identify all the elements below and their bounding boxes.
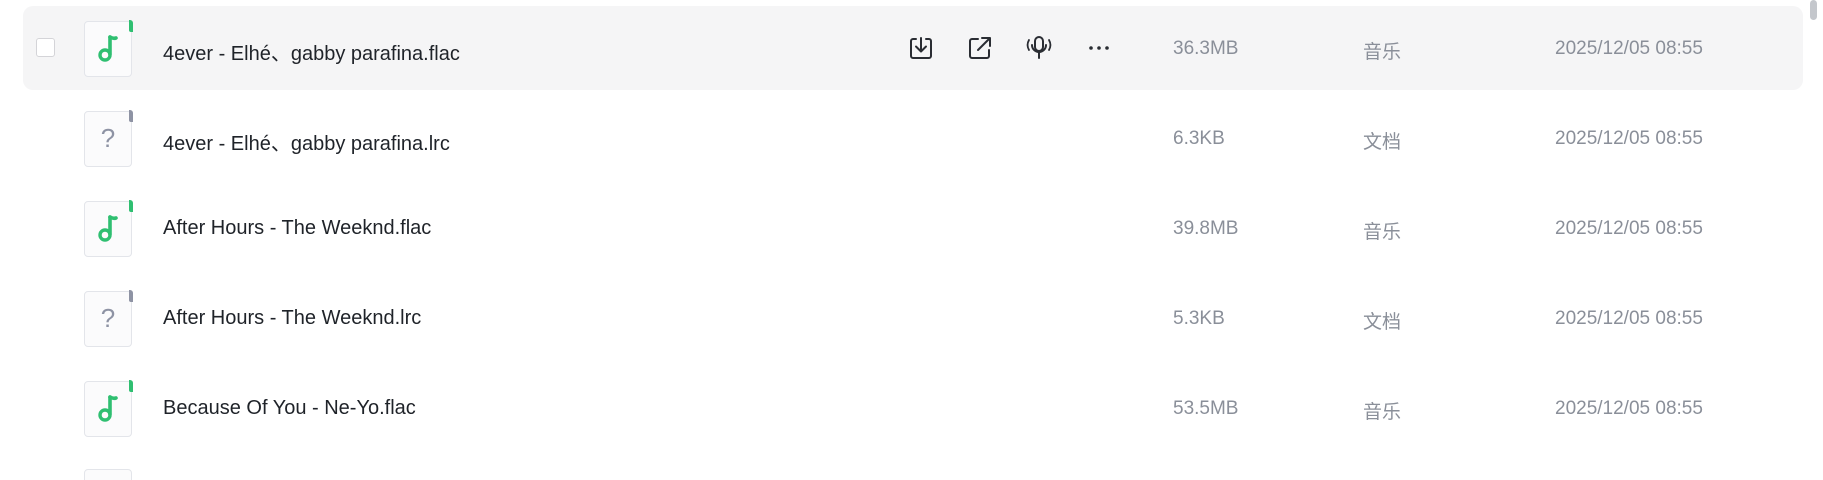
share-button[interactable] [962,29,998,65]
file-name[interactable]: After Hours - The Weeknd.lrc [163,307,421,330]
file-row[interactable]: Because Of You - Ne-Yo.flac 53.5MB 音乐 20… [23,366,1803,450]
music-note-icon [84,20,133,77]
file-size: 53.5MB [1173,398,1239,419]
file-type: 音乐 [1363,222,1402,243]
file-name[interactable]: 4ever - Elhé、gabby parafina.lrc [163,127,450,156]
listen-button[interactable] [1021,29,1057,65]
file-modified-date: 2025/12/05 08:55 [1555,218,1703,239]
file-name[interactable]: After Hours - The Weeknd.flac [163,217,431,240]
unknown-file-icon: ? [84,110,133,167]
more-icon [1089,46,1109,50]
podcast-icon [1026,36,1052,59]
file-type: 音乐 [1363,42,1402,63]
file-type: 文档 [1363,312,1402,333]
unknown-file-icon: ? [84,290,133,347]
file-list: 4ever - Elhé、gabby parafina.flac 36.3MB … [0,0,1823,480]
file-modified-date: 2025/12/05 08:55 [1555,308,1703,329]
row-checkbox[interactable] [36,38,55,57]
file-size: 5.3KB [1173,308,1225,329]
file-modified-date: 2025/12/05 08:55 [1555,38,1703,59]
file-modified-date: 2025/12/05 08:55 [1555,128,1703,149]
file-row[interactable]: ? 4ever - Elhé、gabby parafina.lrc 6.3KB … [23,96,1803,180]
file-row[interactable]: After Hours - The Weeknd.flac 39.8MB 音乐 … [23,186,1803,270]
svg-text:?: ? [101,123,115,153]
file-type: 音乐 [1363,402,1402,423]
file-icon-partial [84,469,132,480]
file-type: 文档 [1363,132,1402,153]
download-button[interactable] [903,29,939,65]
file-name[interactable]: Because Of You - Ne-Yo.flac [163,397,416,420]
download-icon [910,37,932,59]
file-size: 39.8MB [1173,218,1239,239]
share-icon [969,37,991,59]
file-row[interactable]: 4ever - Elhé、gabby parafina.flac 36.3MB … [23,6,1803,90]
scrollbar[interactable] [1810,0,1817,480]
scrollbar-thumb[interactable] [1810,0,1817,20]
file-name[interactable]: 4ever - Elhé、gabby parafina.flac [163,37,460,66]
file-row[interactable]: ? After Hours - The Weeknd.lrc 5.3KB 文档 … [23,276,1803,360]
music-note-icon [84,380,133,437]
file-size: 36.3MB [1173,38,1239,59]
svg-text:?: ? [101,303,115,333]
file-size: 6.3KB [1173,128,1225,149]
more-button[interactable] [1081,29,1117,65]
music-note-icon [84,200,133,257]
file-modified-date: 2025/12/05 08:55 [1555,398,1703,419]
